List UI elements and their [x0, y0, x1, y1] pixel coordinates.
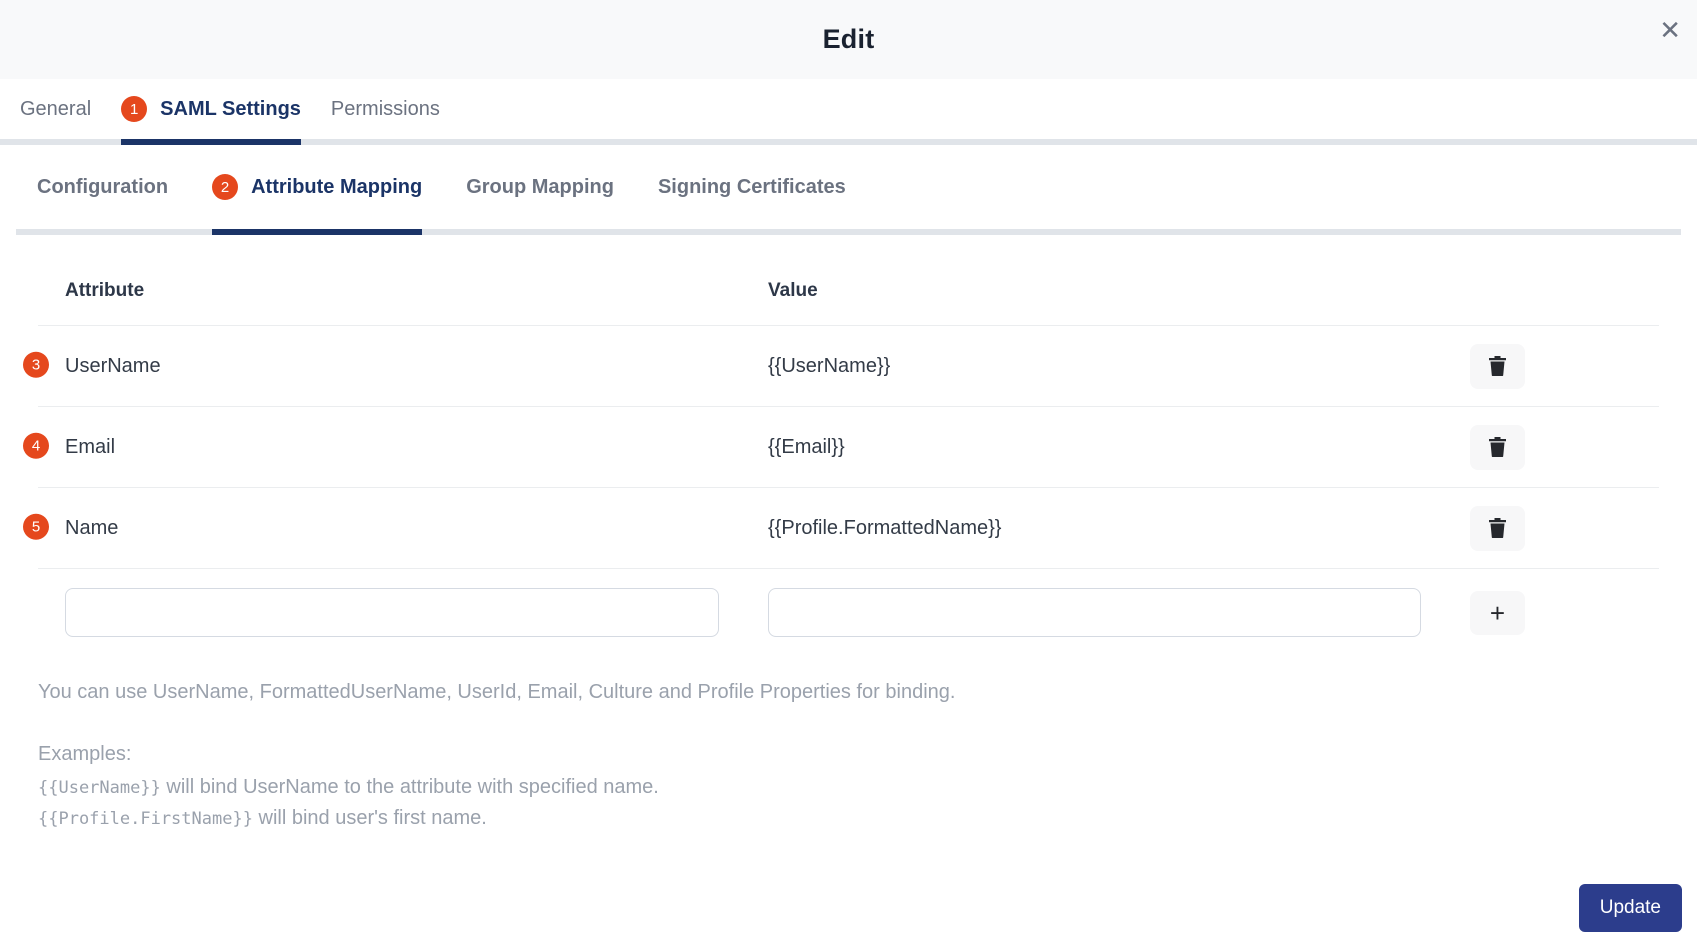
tab-saml-settings[interactable]: 1 SAML Settings — [121, 79, 301, 145]
attribute-column-header: Attribute — [65, 280, 145, 301]
table-row: 3 UserName {{UserName}} — [23, 326, 1659, 407]
subtab-group-mapping[interactable]: Group Mapping — [466, 145, 614, 235]
add-row-button[interactable]: + — [1470, 591, 1525, 635]
main-tab-bar: General 1 SAML Settings Permissions — [0, 79, 1697, 145]
plus-icon: + — [1489, 598, 1506, 628]
subtab-group-mapping-label: Group Mapping — [466, 175, 614, 198]
example-text: will bind user's first name. — [252, 807, 487, 829]
update-button[interactable]: Update — [1578, 884, 1682, 932]
tab-permissions-label: Permissions — [330, 97, 440, 120]
subtab-signing-certificates[interactable]: Signing Certificates — [658, 145, 846, 235]
example-code: {{UserName}} — [38, 778, 161, 798]
saml-sub-tab-bar: Configuration 2 Attribute Mapping Group … — [16, 145, 1681, 235]
annotation-badge-4: 4 — [23, 432, 49, 459]
attribute-mapping-table: Attribute Value 3 UserName {{UserName}} … — [23, 257, 1659, 637]
annotation-badge-3: 3 — [23, 351, 49, 378]
tab-general-label: General — [20, 97, 92, 120]
close-icon[interactable]: ✕ — [1659, 18, 1681, 44]
subtab-attribute-mapping[interactable]: 2 Attribute Mapping — [212, 145, 423, 235]
subtab-configuration[interactable]: Configuration — [37, 145, 168, 235]
example-line: {{Profile.FirstName}} will bind user's f… — [38, 803, 1659, 834]
value-cell: {{UserName}} — [768, 354, 891, 377]
dialog-header: Edit ✕ — [0, 0, 1697, 79]
binding-help: You can use UserName, FormattedUserName,… — [38, 681, 1659, 834]
subtab-signing-certificates-label: Signing Certificates — [657, 175, 846, 198]
value-cell: {{Profile.FormattedName}} — [768, 516, 1002, 539]
annotation-badge-2: 2 — [212, 174, 239, 200]
subtab-attribute-mapping-label: Attribute Mapping — [251, 175, 423, 198]
table-row: 5 Name {{Profile.FormattedName}} — [23, 488, 1659, 569]
table-row: 4 Email {{Email}} — [23, 407, 1659, 488]
attribute-cell: UserName — [65, 354, 161, 377]
new-mapping-row: + — [38, 569, 1659, 637]
delete-row-button[interactable] — [1470, 343, 1525, 389]
example-code: {{Profile.FirstName}} — [38, 809, 253, 829]
new-attribute-input[interactable] — [65, 588, 719, 637]
attribute-cell: Email — [65, 435, 116, 458]
delete-row-button[interactable] — [1470, 424, 1525, 470]
annotation-badge-1: 1 — [121, 96, 148, 122]
binding-note: You can use UserName, FormattedUserName,… — [38, 681, 956, 703]
example-text: will bind UserName to the attribute with… — [160, 776, 659, 798]
subtab-configuration-label: Configuration — [37, 175, 169, 198]
dialog-title: Edit — [822, 24, 875, 54]
attribute-cell: Name — [65, 516, 119, 539]
edit-dialog: Edit ✕ General 1 SAML Settings Permissio… — [0, 0, 1697, 949]
trash-icon — [1489, 518, 1506, 538]
tab-permissions[interactable]: Permissions — [331, 79, 440, 145]
value-cell: {{Email}} — [768, 435, 845, 458]
table-header-row: Attribute Value — [38, 257, 1659, 326]
examples-label: Examples: — [38, 743, 132, 765]
new-value-input[interactable] — [768, 588, 1421, 637]
delete-row-button[interactable] — [1470, 505, 1525, 551]
annotation-badge-5: 5 — [23, 513, 49, 540]
trash-icon — [1489, 356, 1506, 376]
tab-saml-settings-label: SAML Settings — [160, 97, 301, 120]
example-line: {{UserName}} will bind UserName to the a… — [38, 772, 1659, 803]
tab-general[interactable]: General — [20, 79, 91, 145]
trash-icon — [1489, 437, 1506, 457]
value-column-header: Value — [768, 280, 818, 301]
